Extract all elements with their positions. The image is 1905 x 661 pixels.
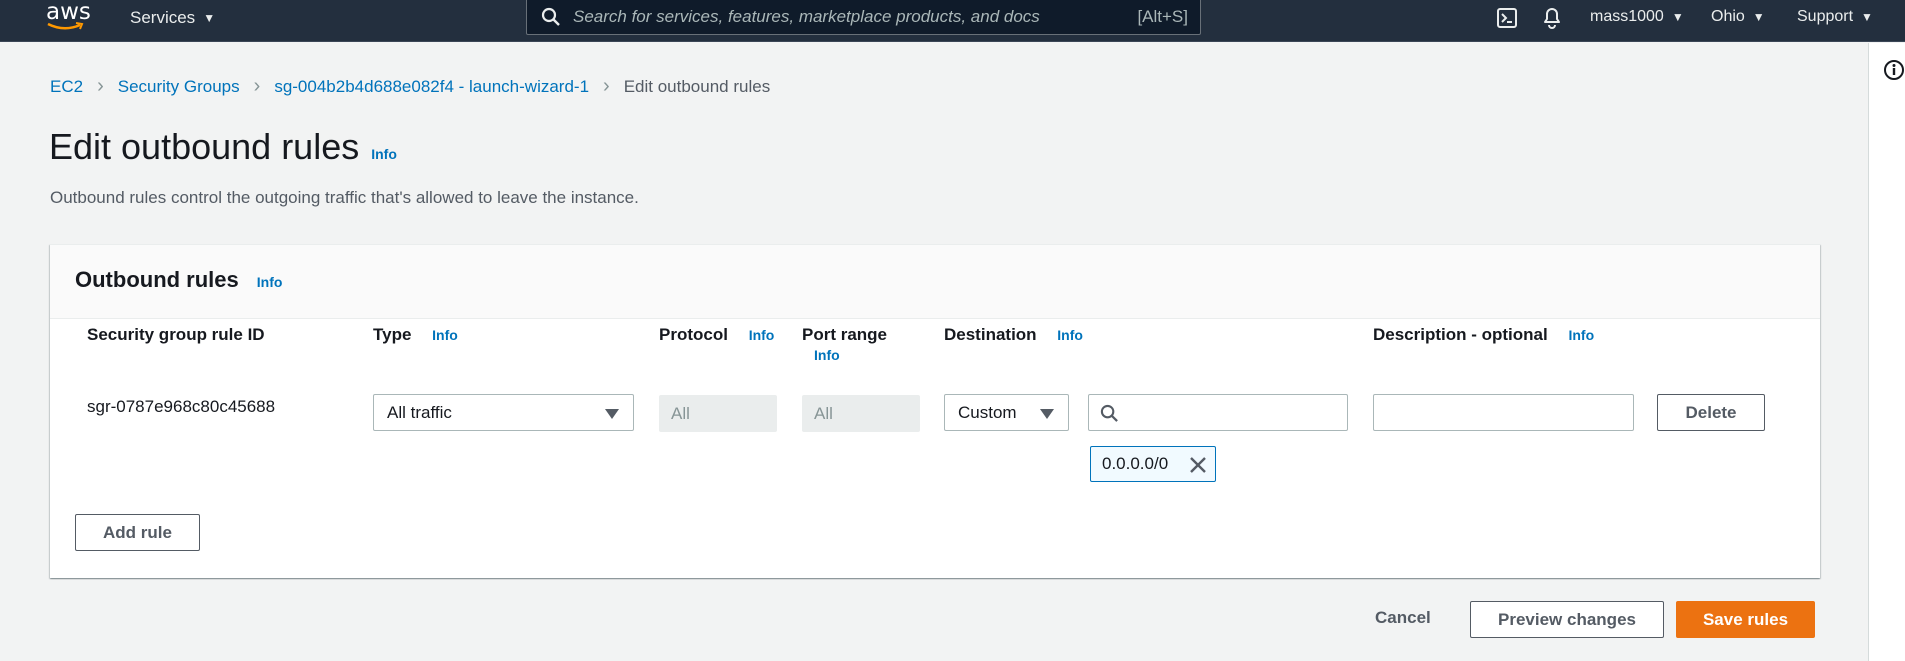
support-label: Support [1797,8,1854,25]
account-name: mass1000 [1590,8,1664,25]
page-description: Outbound rules control the outgoing traf… [50,188,639,207]
container-title: Outbound rules [75,267,239,292]
global-search[interactable]: Search for services, features, marketpla… [526,0,1201,35]
search-input[interactable]: Search for services, features, marketpla… [573,7,1137,27]
chevron-right-icon: › [603,75,610,97]
column-header-type: Type Info [373,325,458,344]
destination-search-input[interactable] [1088,394,1348,431]
search-icon [1100,404,1118,422]
destination-info-link[interactable]: Info [1057,327,1083,343]
column-header-description: Description - optional Info [1373,325,1595,344]
page-info-link[interactable]: Info [371,146,397,162]
page-header: Edit outbound rules Info [49,126,397,168]
caret-down-icon [1040,409,1054,419]
save-rules-button[interactable]: Save rules [1676,601,1815,638]
delete-rule-button[interactable]: Delete [1657,394,1765,431]
protocol-info-link[interactable]: Info [749,327,775,343]
chevron-right-icon: › [97,75,104,97]
page-title: Edit outbound rules [49,126,360,167]
account-menu[interactable]: mass1000 ▼ [1590,8,1684,26]
breadcrumb: EC2 › Security Groups › sg-004b2b4d688e0… [50,75,770,98]
destination-token-value: 0.0.0.0/0 [1102,454,1169,473]
caret-down-icon [605,409,619,419]
breadcrumb-security-group[interactable]: sg-004b2b4d688e082f4 - launch-wizard-1 [274,77,589,97]
destination-type-value: Custom [958,402,1017,422]
search-icon [541,7,560,26]
destination-token: 0.0.0.0/0 [1090,446,1216,482]
bell-icon[interactable] [1541,6,1563,30]
caret-down-icon: ▼ [1752,10,1765,24]
container-header: Outbound rules Info [50,245,1820,319]
tools-panel [1868,43,1905,661]
caret-down-icon: ▼ [1671,10,1684,24]
region-menu[interactable]: Ohio ▼ [1711,8,1765,26]
cancel-button[interactable]: Cancel [1375,608,1431,628]
type-info-link[interactable]: Info [432,327,458,343]
column-header-rule-id: Security group rule ID [87,325,265,344]
info-circle-icon[interactable] [1883,59,1905,81]
aws-logo[interactable]: aws [46,0,91,34]
container-info-link[interactable]: Info [257,274,283,290]
preview-changes-button[interactable]: Preview changes [1470,601,1664,638]
port-range-field: All [802,395,920,432]
breadcrumb-current: Edit outbound rules [623,76,771,96]
type-select-value: All traffic [387,402,452,422]
protocol-field: All [659,395,777,432]
region-name: Ohio [1711,8,1745,25]
chevron-right-icon: › [253,75,261,97]
services-label: Services [130,8,196,27]
add-rule-button[interactable]: Add rule [75,514,200,551]
search-shortcut: [Alt+S] [1137,6,1188,26]
support-menu[interactable]: Support ▼ [1797,8,1873,26]
description-input[interactable] [1373,394,1634,431]
cloudshell-icon[interactable] [1496,7,1518,29]
destination-type-select[interactable]: Custom [944,394,1069,431]
type-select[interactable]: All traffic [373,394,634,431]
caret-down-icon: ▼ [1861,10,1873,24]
breadcrumb-security-groups[interactable]: Security Groups [118,77,240,97]
close-icon[interactable] [1189,456,1207,474]
aws-smile-icon [47,22,84,30]
caret-down-icon: ▼ [203,11,216,25]
description-info-link[interactable]: Info [1568,327,1594,343]
rule-id: sgr-0787e968c80c45688 [87,397,276,416]
port-range-info-link[interactable]: Info [814,347,887,363]
column-header-destination: Destination Info [944,325,1083,344]
top-navigation: aws Services ▼ Search for services, feat… [0,0,1905,42]
breadcrumb-ec2[interactable]: EC2 [50,77,83,97]
column-header-port-range: Port range Info [802,325,888,363]
services-menu[interactable]: Services ▼ [130,8,215,28]
column-header-protocol: Protocol Info [659,325,775,344]
